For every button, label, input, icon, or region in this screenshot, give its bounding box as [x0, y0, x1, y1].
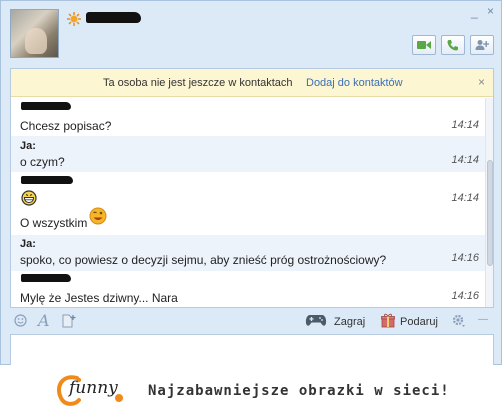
video-call-button[interactable] [412, 35, 436, 55]
chat-header: _ × [1, 1, 501, 67]
collapse-toolbar-button[interactable]: — [478, 314, 488, 325]
message-time: 14:14 [451, 154, 479, 166]
funny-logo: funny [55, 372, 125, 408]
message-row: Ja: spoko, co powiesz o decyzji sejmu, a… [11, 235, 485, 271]
send-gift-label[interactable]: Podaruj [400, 316, 438, 328]
sun-status-icon [67, 12, 81, 26]
message-time: 14:14 [451, 192, 479, 204]
message-time: 14:16 [451, 290, 479, 302]
gift-icon[interactable] [381, 313, 395, 328]
message-row: O wszystkim [11, 207, 485, 235]
send-file-icon[interactable] [62, 314, 77, 328]
wink-emoticon-icon [89, 207, 107, 225]
message-text: O wszystkim [20, 216, 88, 230]
logo-text: funny [69, 378, 118, 398]
minimize-button[interactable]: _ [471, 5, 478, 19]
close-window-button[interactable]: × [487, 4, 494, 18]
chat-window: _ × Ta osoba nie jest jeszcze w kontakta… [0, 0, 502, 365]
footer-tagline: Najzabawniejsze obrazki w sieci! [148, 383, 450, 399]
notice-close-button[interactable]: × [478, 75, 485, 89]
message-list: Chcesz popisac? 14:14 Ja: o czym? 14:14 [11, 98, 485, 307]
video-icon [417, 41, 431, 49]
notice-text: Ta osoba nie jest jeszcze w kontaktach [103, 77, 293, 89]
message-sender: Ja: [20, 140, 36, 152]
message-row: 14:14 [11, 172, 485, 210]
message-sender: Ja: [20, 238, 36, 250]
chat-pane[interactable]: Ta osoba nie jest jeszcze w kontaktach D… [10, 68, 494, 308]
play-game-label[interactable]: Zagraj [334, 316, 365, 328]
message-text: Chcesz popisac? [20, 119, 112, 133]
add-contact-button[interactable] [470, 35, 494, 55]
message-text: Mylę że Jestes dziwny... Nara [20, 291, 178, 305]
message-text: spoko, co powiesz o decyzji sejmu, aby z… [20, 253, 387, 267]
scroll-thumb[interactable] [487, 160, 493, 266]
gamepad-icon[interactable] [305, 313, 327, 327]
phone-icon [447, 40, 458, 51]
voice-call-button[interactable] [441, 35, 465, 55]
sender-name-redacted [21, 274, 71, 282]
message-text: o czym? [20, 155, 65, 169]
avatar[interactable] [10, 9, 59, 58]
settings-gear-icon[interactable] [452, 314, 466, 328]
grin-emoticon-icon [21, 190, 37, 206]
add-to-contacts-link[interactable]: Dodaj do kontaktów [306, 77, 403, 89]
message-row: Mylę że Jestes dziwny... Nara 14:16 [11, 271, 485, 307]
add-contact-icon [475, 40, 489, 50]
message-time: 14:16 [451, 252, 479, 264]
chat-scrollbar[interactable] [485, 98, 493, 307]
font-style-icon[interactable]: A [38, 311, 50, 330]
not-in-contacts-notice: Ta osoba nie jest jeszcze w kontaktach D… [11, 69, 493, 97]
sender-name-redacted [21, 176, 73, 184]
emoticon-picker-icon[interactable] [14, 314, 27, 327]
logo-dot [115, 394, 123, 402]
chat-toolbar: A Zagraj Podaruj — [10, 310, 494, 334]
message-input[interactable] [10, 334, 494, 365]
message-row: Chcesz popisac? 14:14 [11, 98, 485, 136]
sender-name-redacted [21, 102, 71, 110]
contact-name-redacted [86, 12, 141, 23]
message-time: 14:14 [451, 119, 479, 131]
message-row: Ja: o czym? 14:14 [11, 136, 485, 172]
